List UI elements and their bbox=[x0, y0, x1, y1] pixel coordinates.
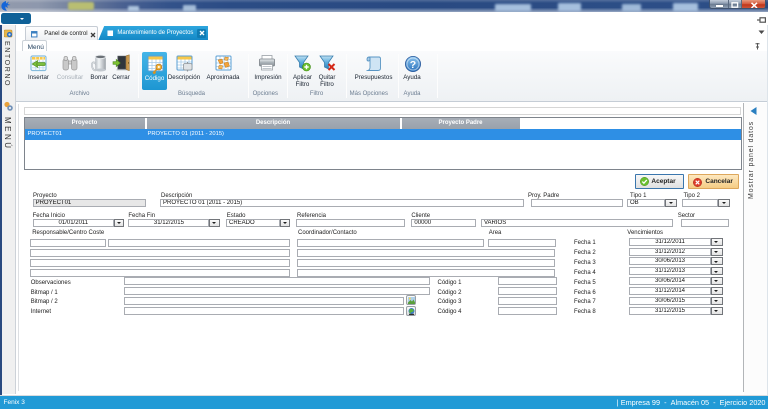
svg-text:?: ? bbox=[409, 59, 415, 71]
